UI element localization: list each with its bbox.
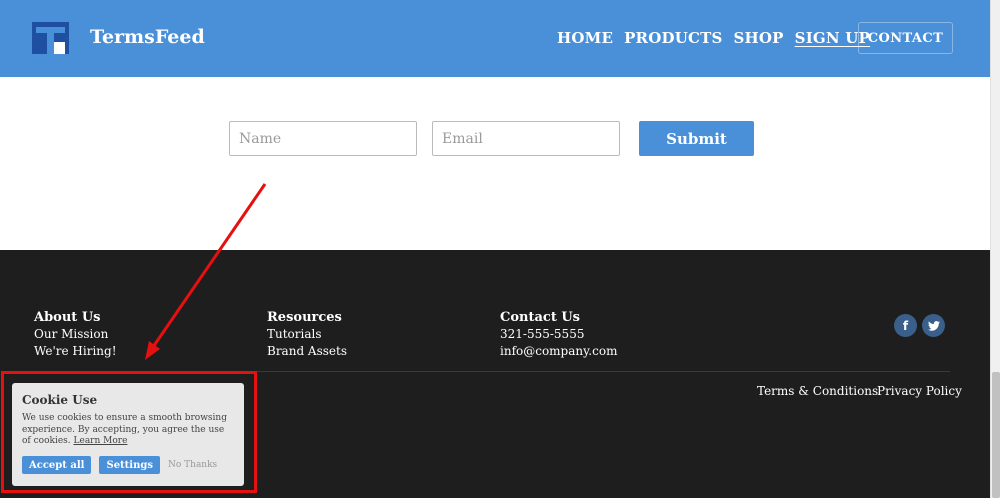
footer-resources-column: Resources Tutorials Brand Assets xyxy=(267,309,347,360)
contact-button[interactable]: CONTACT xyxy=(858,22,953,54)
nav-home[interactable]: HOME xyxy=(557,29,613,47)
footer-about-title: About Us xyxy=(34,310,101,325)
twitter-bird-glyph xyxy=(927,320,940,331)
privacy-link[interactable]: Privacy Policy xyxy=(877,384,962,398)
footer-email[interactable]: info@company.com xyxy=(500,343,617,360)
email-input[interactable] xyxy=(432,121,620,156)
footer-about-column: About Us Our Mission We're Hiring! xyxy=(34,309,117,360)
footer-link-our-mission[interactable]: Our Mission xyxy=(34,326,117,343)
main-nav: HOME PRODUCTS SHOP SIGN UP xyxy=(557,29,870,47)
footer-link-tutorials[interactable]: Tutorials xyxy=(267,326,347,343)
nav-shop[interactable]: SHOP xyxy=(734,29,784,47)
footer-contact-title: Contact Us xyxy=(500,310,580,325)
page-scrollbar[interactable] xyxy=(990,0,1000,498)
footer-resources-title: Resources xyxy=(267,310,342,325)
brand-name[interactable]: TermsFeed xyxy=(90,26,205,48)
nav-products[interactable]: PRODUCTS xyxy=(624,29,722,47)
twitter-icon[interactable] xyxy=(922,314,945,337)
termsfeed-logo-icon[interactable] xyxy=(32,22,69,54)
name-input[interactable] xyxy=(229,121,417,156)
submit-button[interactable]: Submit xyxy=(639,121,754,156)
footer-link-hiring[interactable]: We're Hiring! xyxy=(34,343,117,360)
footer-link-brand-assets[interactable]: Brand Assets xyxy=(267,343,347,360)
scrollbar-thumb[interactable] xyxy=(992,372,1000,498)
site-header: TermsFeed HOME PRODUCTS SHOP SIGN UP CON… xyxy=(0,0,990,77)
footer-contact-column: Contact Us 321-555-5555 info@company.com xyxy=(500,309,617,360)
terms-link[interactable]: Terms & Conditions xyxy=(757,384,878,398)
footer-phone[interactable]: 321-555-5555 xyxy=(500,326,617,343)
annotation-highlight-box xyxy=(1,371,257,493)
facebook-icon[interactable]: f xyxy=(894,314,917,337)
